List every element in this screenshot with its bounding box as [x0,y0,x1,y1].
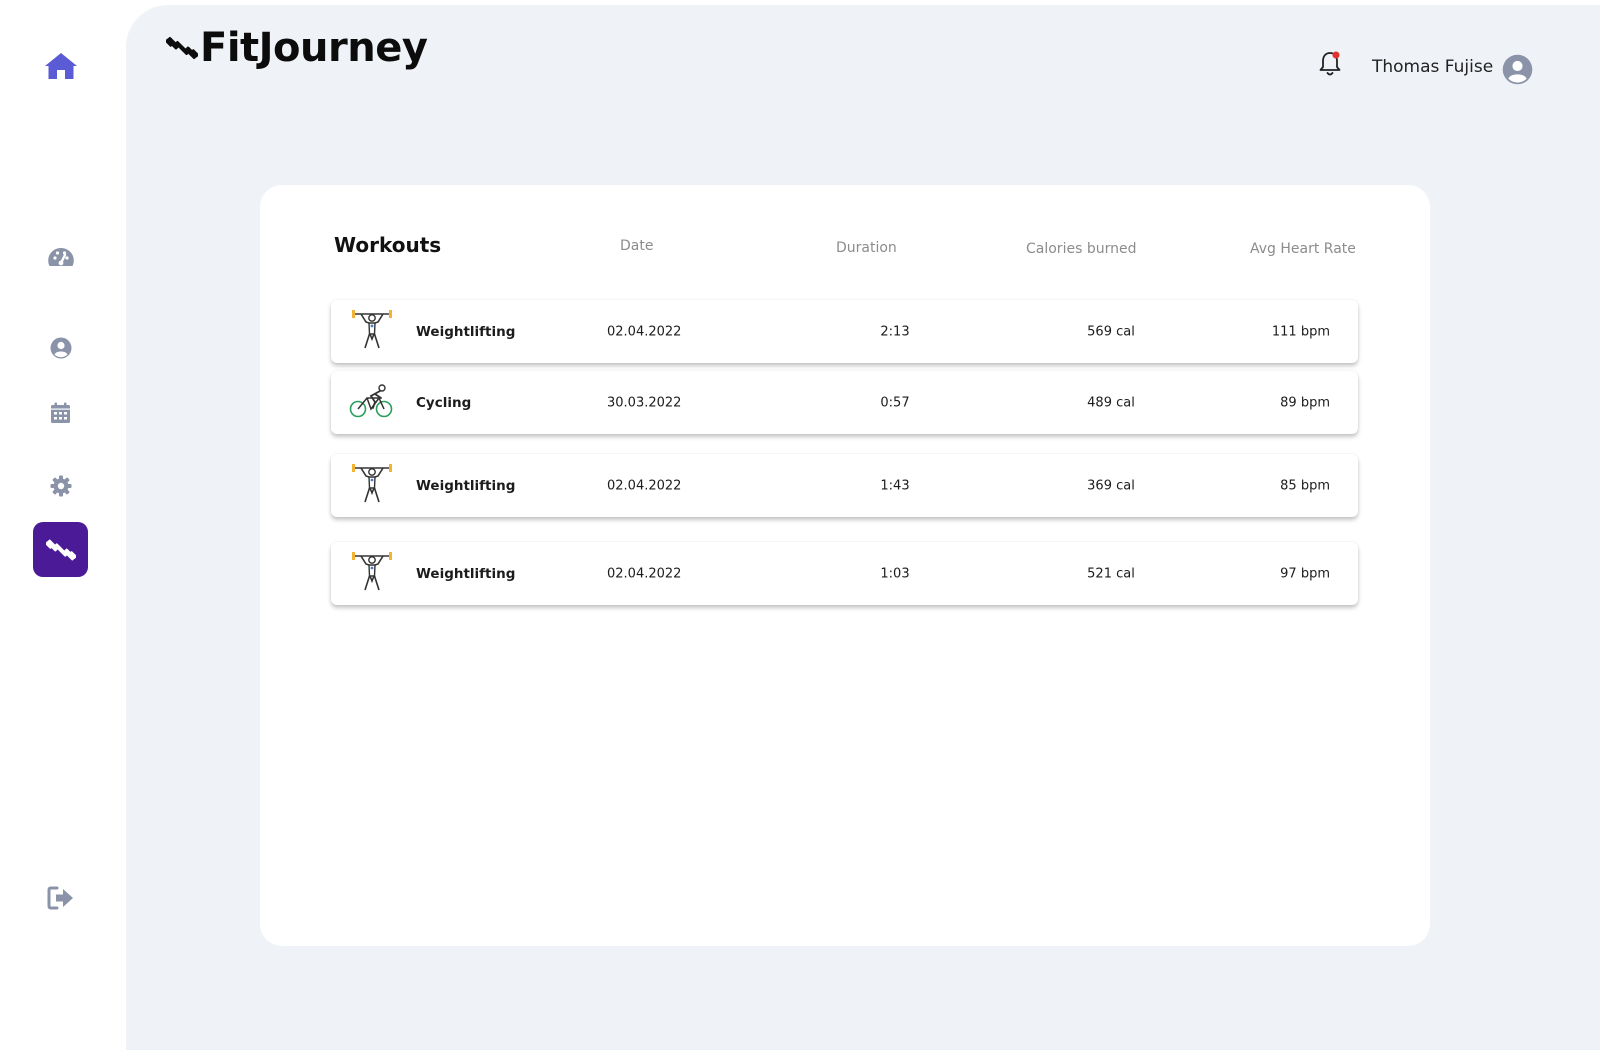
workout-name: Cycling [416,394,472,411]
workout-duration: 2:13 [880,324,910,339]
workout-calories: 489 cal [1087,395,1135,410]
workout-date: 02.04.2022 [607,566,682,581]
user-circle-icon [50,337,71,358]
bell-icon [1319,51,1341,76]
workout-heart-rate: 111 bpm [1271,324,1330,339]
gauge-icon [47,247,74,266]
workout-duration: 1:03 [880,566,910,581]
workout-row[interactable]: Weightlifting 02.04.2022 2:13 569 cal 11… [331,300,1358,363]
sidebar-item-settings[interactable] [33,458,88,513]
sidebar [0,0,124,1050]
column-header-calories: Calories burned [1026,241,1137,257]
workout-date: 02.04.2022 [607,478,682,493]
user-name: Thomas Fujise [1372,57,1494,77]
workout-duration: 0:57 [880,395,910,410]
user-avatar[interactable] [1502,54,1533,89]
notifications-button[interactable] [1318,50,1342,82]
workout-name: Weightlifting [416,323,516,340]
workout-calories: 369 cal [1087,478,1135,493]
workout-heart-rate: 97 bpm [1280,566,1330,581]
gear-icon [50,475,71,496]
workout-date: 30.03.2022 [607,395,682,410]
notification-dot [1332,51,1340,59]
weightlifter-icon [349,309,395,355]
workouts-title: Workouts [334,233,442,257]
dumbbell-icon [166,36,198,60]
column-header-heart-rate: Avg Heart Rate [1250,241,1356,257]
sidebar-item-logout[interactable] [33,870,88,925]
column-header-duration: Duration [836,240,897,256]
weightlifter-icon [349,551,395,597]
sidebar-item-profile[interactable] [33,320,88,375]
user-circle-icon [1502,54,1533,85]
app-logo[interactable]: FitJourney [166,25,428,71]
app-title: FitJourney [200,25,428,71]
column-header-date: Date [620,238,654,254]
workout-row[interactable]: Weightlifting 02.04.2022 1:03 521 cal 97… [331,542,1358,605]
workout-calories: 521 cal [1087,566,1135,581]
home-icon [44,52,77,79]
workout-heart-rate: 89 bpm [1280,395,1330,410]
workout-row[interactable]: Weightlifting 02.04.2022 1:43 369 cal 85… [331,454,1358,517]
sidebar-item-calendar[interactable] [33,385,88,440]
logout-icon [47,886,73,909]
dumbbell-icon [45,539,76,560]
workout-row[interactable]: Cycling 30.03.2022 0:57 489 cal 89 bpm [331,371,1358,434]
workout-calories: 569 cal [1087,324,1135,339]
workout-date: 02.04.2022 [607,324,682,339]
cyclist-icon [349,383,395,422]
workout-name: Weightlifting [416,477,516,494]
calendar-icon [51,402,70,423]
sidebar-item-home[interactable] [33,38,88,93]
weightlifter-icon [349,463,395,509]
workout-name: Weightlifting [416,565,516,582]
sidebar-item-workouts[interactable] [33,522,88,577]
sidebar-item-dashboard[interactable] [33,230,88,285]
workout-heart-rate: 85 bpm [1280,478,1330,493]
workout-duration: 1:43 [880,478,910,493]
